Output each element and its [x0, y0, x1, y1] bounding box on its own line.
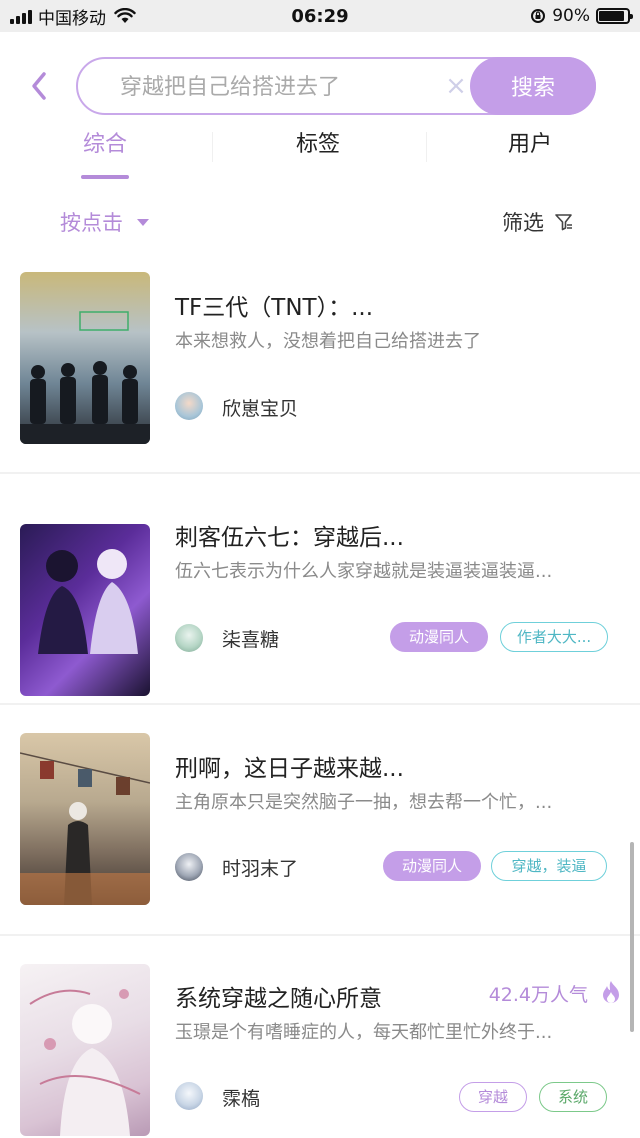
book-cover	[20, 272, 150, 444]
book-title: 系统穿越之随心所意	[175, 986, 382, 1012]
book-title: 刑啊，这日子越来越...	[175, 756, 404, 782]
battery-icon	[596, 8, 633, 24]
tag-badge[interactable]: 系统	[539, 1082, 607, 1112]
author-name: 欣崽宝贝	[222, 398, 299, 420]
tag-badge[interactable]: 作者大大...	[500, 622, 608, 652]
tab-all[interactable]: 综合	[65, 128, 145, 168]
book-cover	[20, 964, 150, 1136]
author-avatar	[175, 392, 203, 420]
battery-percent: 90%	[552, 6, 590, 26]
tab-divider	[212, 132, 213, 162]
popularity-count: 42.4万人气	[488, 984, 588, 1006]
tag-badge[interactable]: 穿越，装逼	[491, 851, 607, 881]
tab-users[interactable]: 用户	[490, 128, 570, 168]
sort-label: 按点击	[60, 211, 123, 235]
author-name: 霂槗	[222, 1088, 261, 1110]
search-box: × 搜索	[76, 57, 596, 115]
author-name: 柒喜糖	[222, 629, 280, 651]
filter-funnel-icon	[555, 214, 572, 231]
tag-badge[interactable]: 穿越	[459, 1082, 527, 1112]
author-avatar	[175, 624, 203, 652]
book-description: 本来想救人，没想着把自己给搭进去了	[175, 331, 481, 352]
filter-label: 筛选	[502, 211, 544, 235]
tab-tags[interactable]: 标签	[278, 128, 358, 168]
tab-divider	[426, 132, 427, 162]
author-avatar	[175, 1082, 203, 1110]
author-name: 时羽末了	[222, 858, 299, 880]
tag-badge[interactable]: 动漫同人	[383, 851, 481, 881]
book-cover	[20, 733, 150, 905]
flame-icon	[603, 981, 619, 1003]
book-description: 伍六七表示为什么人家穿越就是装逼装逼装逼...	[175, 561, 553, 582]
book-item[interactable]: 刺客伍六七：穿越后... 伍六七表示为什么人家穿越就是装逼装逼装逼... 柒喜糖…	[0, 472, 640, 704]
back-chevron-icon[interactable]	[24, 68, 54, 104]
caret-down-icon	[137, 218, 149, 226]
status-bar: 中国移动 06:29 90%	[0, 0, 640, 32]
clear-search-icon[interactable]: ×	[444, 73, 468, 99]
search-input[interactable]	[120, 72, 430, 102]
battery-fill	[599, 11, 625, 21]
search-button[interactable]: 搜索	[470, 57, 596, 115]
filter-button[interactable]: 筛选	[502, 207, 574, 237]
rotation-lock-icon	[531, 9, 546, 23]
active-tab-indicator	[81, 175, 129, 179]
book-description: 主角原本只是突然脑子一抽，想去帮一个忙，...	[175, 792, 553, 813]
scrollbar[interactable]	[630, 842, 634, 1032]
book-item[interactable]: TF三代（TNT）：... 本来想救人，没想着把自己给搭进去了 欣崽宝贝	[0, 240, 640, 472]
author-avatar	[175, 853, 203, 881]
book-cover	[20, 524, 150, 696]
book-description: 玉璟是个有嗜睡症的人，每天都忙里忙外终于...	[175, 1022, 553, 1043]
book-title: TF三代（TNT）：...	[175, 295, 374, 321]
result-tabs: 综合 标签 用户	[0, 128, 640, 182]
sort-dropdown[interactable]: 按点击	[60, 207, 149, 237]
book-title: 刺客伍六七：穿越后...	[175, 525, 404, 551]
book-item[interactable]: 系统穿越之随心所意 42.4万人气 玉璟是个有嗜睡症的人，每天都忙里忙外终于..…	[0, 934, 640, 1138]
book-item[interactable]: 刑啊，这日子越来越... 主角原本只是突然脑子一抽，想去帮一个忙，... 时羽末…	[0, 703, 640, 935]
tag-badge[interactable]: 动漫同人	[390, 622, 488, 652]
status-right: 90%	[530, 6, 633, 26]
